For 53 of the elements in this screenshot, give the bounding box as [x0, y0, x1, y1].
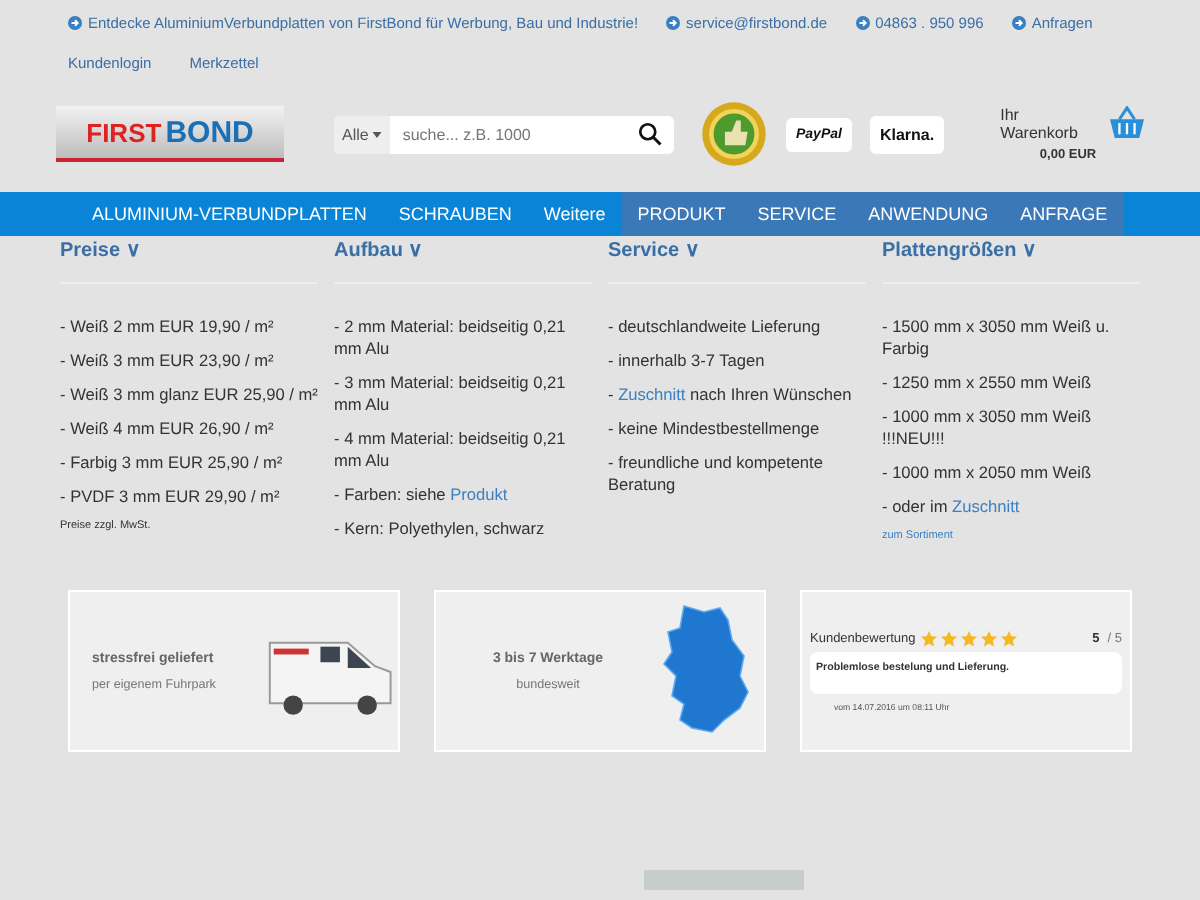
text-link[interactable]: Zuschnitt: [618, 384, 686, 404]
list-text: - Farben: siehe Produkt: [334, 484, 510, 506]
nav-item[interactable]: Weitere: [527, 192, 622, 236]
column-heading[interactable]: Plattengrößen ∨: [882, 238, 1140, 262]
list-text: - keine Mindestbestellmenge: [608, 418, 822, 440]
list-text: - deutschlandweite Lieferung: [608, 316, 823, 338]
list-text: - PVDF 3 mm EUR 29,90 / m²: [60, 486, 282, 508]
category-dropdown[interactable]: Alle: [334, 115, 391, 153]
nav-item[interactable]: SCHRAUBEN: [382, 192, 528, 236]
list-text: - Farbig 3 mm EUR 25,90 / m²: [60, 452, 285, 474]
caret-icon: [372, 131, 383, 137]
arrow-circle-icon: [1011, 15, 1026, 29]
list-text: - 1000 mm x 2050 mm Weiß: [882, 462, 1094, 484]
list-text: - Zuschnitt nach Ihren Wünschen: [608, 384, 854, 406]
star-icon: [959, 630, 978, 648]
list-text: - Weiß 3 mm EUR 23,90 / m²: [60, 350, 276, 372]
arrow-circle-icon: [855, 15, 870, 29]
list-text: - 3 mm Material: beidseitig 0,21 mm Alu: [334, 372, 568, 416]
column-heading[interactable]: Aufbau ∨: [334, 238, 592, 262]
list-text: - 1250 mm x 2550 mm Weiß: [882, 372, 1094, 394]
star-icon: [919, 630, 938, 648]
list-text: - innerhalb 3-7 Tagen: [608, 350, 767, 372]
logo[interactable]: FIRST BOND: [56, 106, 284, 162]
list-text: - 4 mm Material: beidseitig 0,21 mm Alu: [334, 428, 568, 472]
cart-label[interactable]: Ihr Warenkorb: [1000, 105, 1097, 141]
nav-item[interactable]: ANWENDUNG: [852, 192, 1005, 236]
list-text: - oder im Zuschnitt: [882, 496, 1022, 518]
basket-icon[interactable]: [1108, 105, 1147, 139]
text-link[interactable]: Produkt: [450, 484, 508, 504]
list-text: - Weiß 4 mm EUR 26,90 / m²: [60, 418, 276, 440]
nav-item[interactable]: PRODUKT: [621, 192, 742, 236]
search-field[interactable]: Alle suche... z.B. 1000: [334, 115, 674, 153]
seal-icon: [700, 100, 768, 168]
search-icon[interactable]: [638, 122, 662, 146]
list-text: - 1000 mm x 3050 mm Weiß !!!NEU!!!: [882, 406, 1094, 450]
nav-item[interactable]: ANFRAGE: [1004, 192, 1124, 236]
column-heading[interactable]: Service ∨: [608, 238, 866, 262]
star-icon: [979, 630, 998, 648]
column-heading[interactable]: Preise ∨: [60, 238, 318, 262]
list-text: - 1500 mm x 3050 mm Weiß u. Farbig: [882, 316, 1112, 360]
payment-badge: Klarna.: [869, 115, 945, 153]
list-text: - Weiß 2 mm EUR 19,90 / m²: [60, 316, 276, 338]
list-text: - freundliche und kompetente Beratung: [608, 452, 825, 496]
arrow-circle-icon: [68, 15, 82, 29]
list-text: - Kern: Polyethylen, schwarz: [334, 518, 547, 540]
list-text: - 2 mm Material: beidseitig 0,21 mm Alu: [334, 316, 568, 360]
nav-item[interactable]: SERVICE: [741, 192, 853, 236]
star-icon: [999, 630, 1018, 648]
list-text: - Weiß 3 mm glanz EUR 25,90 / m²: [60, 384, 318, 406]
nav-item[interactable]: ALUMINIUM-VERBUNDPLATTEN: [76, 192, 383, 236]
star-icon: [939, 630, 958, 648]
arrow-circle-icon: [666, 15, 681, 29]
text-link[interactable]: Zuschnitt: [952, 496, 1020, 516]
